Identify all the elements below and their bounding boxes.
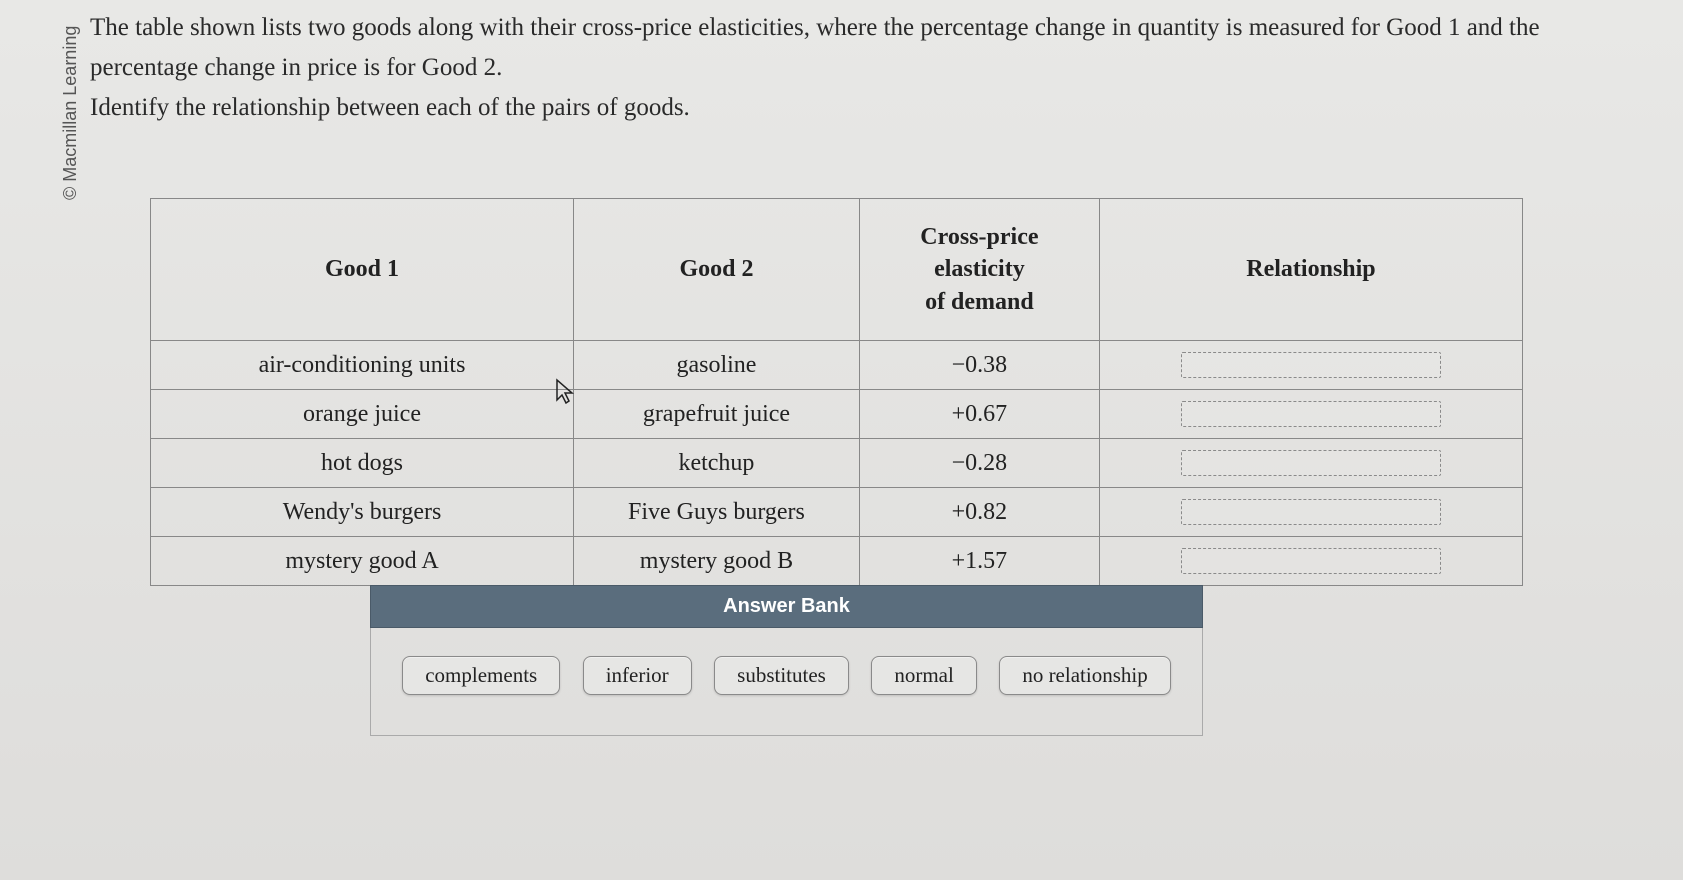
cell-good1: Wendy's burgers <box>151 488 574 537</box>
chip-inferior[interactable]: inferior <box>583 656 692 695</box>
drop-zone[interactable] <box>1181 450 1441 476</box>
cell-good2: mystery good B <box>574 537 860 586</box>
chip-normal[interactable]: normal <box>871 656 976 695</box>
cell-cpe: −0.38 <box>859 341 1099 390</box>
cell-good2: gasoline <box>574 341 860 390</box>
elasticity-table: Good 1 Good 2 Cross-price elasticity of … <box>150 198 1523 586</box>
header-good1: Good 1 <box>151 199 574 341</box>
cell-relationship[interactable] <box>1099 439 1522 488</box>
cell-relationship[interactable] <box>1099 488 1522 537</box>
header-cpe: Cross-price elasticity of demand <box>859 199 1099 341</box>
question-content: The table shown lists two goods along wi… <box>0 0 1683 756</box>
chip-substitutes[interactable]: substitutes <box>714 656 849 695</box>
table-row: air-conditioning units gasoline −0.38 <box>151 341 1523 390</box>
cell-cpe: +0.82 <box>859 488 1099 537</box>
drop-zone[interactable] <box>1181 352 1441 378</box>
table-row: Wendy's burgers Five Guys burgers +0.82 <box>151 488 1523 537</box>
answer-bank-body: complements inferior substitutes normal … <box>370 628 1203 736</box>
table-row: mystery good A mystery good B +1.57 <box>151 537 1523 586</box>
header-good2: Good 2 <box>574 199 860 341</box>
cell-relationship[interactable] <box>1099 537 1522 586</box>
table-header-row: Good 1 Good 2 Cross-price elasticity of … <box>151 199 1523 341</box>
cell-good1: air-conditioning units <box>151 341 574 390</box>
cell-good1: mystery good A <box>151 537 574 586</box>
table-row: orange juice grapefruit juice +0.67 <box>151 390 1523 439</box>
cell-good2: ketchup <box>574 439 860 488</box>
drop-zone[interactable] <box>1181 499 1441 525</box>
cell-relationship[interactable] <box>1099 341 1522 390</box>
header-relationship: Relationship <box>1099 199 1522 341</box>
header-cpe-l3: of demand <box>925 289 1034 315</box>
copyright-watermark: © Macmillan Learning <box>60 26 81 200</box>
header-cpe-l2: elasticity <box>934 256 1025 282</box>
drop-zone[interactable] <box>1181 548 1441 574</box>
cell-cpe: +0.67 <box>859 390 1099 439</box>
table-row: hot dogs ketchup −0.28 <box>151 439 1523 488</box>
prompt-line-2: Identify the relationship between each o… <box>90 94 690 121</box>
answer-bank-title: Answer Bank <box>370 585 1203 628</box>
chip-complements[interactable]: complements <box>402 656 560 695</box>
cell-good2: Five Guys burgers <box>574 488 860 537</box>
chip-no-relationship[interactable]: no relationship <box>999 656 1170 695</box>
cell-relationship[interactable] <box>1099 390 1522 439</box>
cell-cpe: −0.28 <box>859 439 1099 488</box>
prompt-line-1: The table shown lists two goods along wi… <box>90 14 1540 81</box>
answer-bank: Answer Bank complements inferior substit… <box>370 585 1203 736</box>
drop-zone[interactable] <box>1181 401 1441 427</box>
cell-cpe: +1.57 <box>859 537 1099 586</box>
cell-good1: hot dogs <box>151 439 574 488</box>
cell-good2: grapefruit juice <box>574 390 860 439</box>
cell-good1: orange juice <box>151 390 574 439</box>
question-prompt: The table shown lists two goods along wi… <box>90 8 1643 128</box>
header-cpe-l1: Cross-price <box>920 224 1038 250</box>
